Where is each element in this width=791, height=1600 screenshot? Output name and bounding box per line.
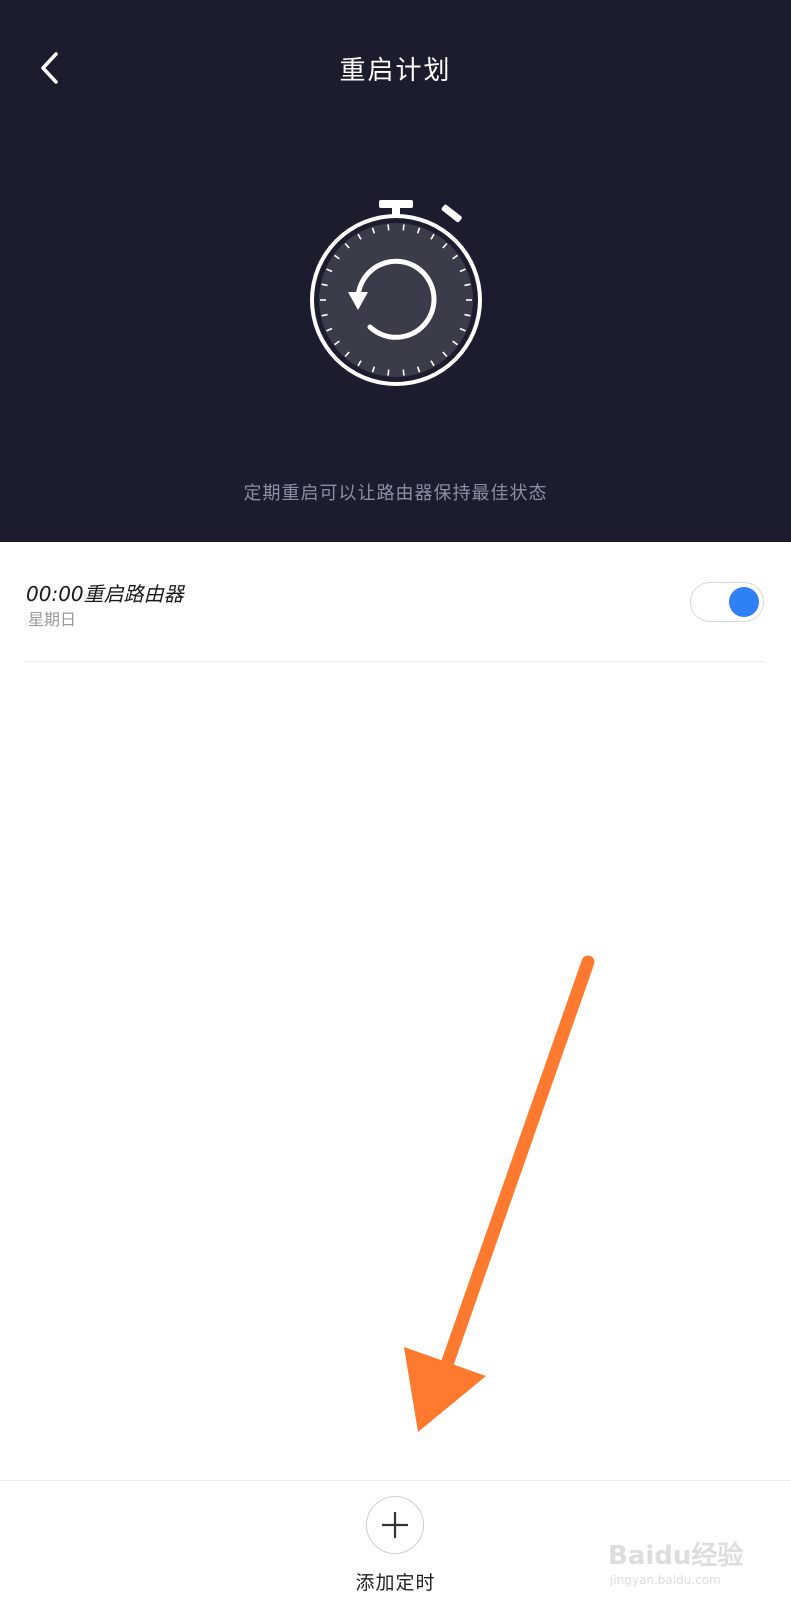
svg-text:Baidu经验: Baidu经验 bbox=[608, 1540, 743, 1571]
page-title: 重启计划 bbox=[339, 56, 452, 86]
schedule-item[interactable]: 00:00重启路由器 星期日 bbox=[0, 542, 791, 662]
page-subtitle: 定期重启可以让路由器保持最佳状态 bbox=[243, 483, 548, 504]
divider bbox=[24, 661, 764, 662]
schedule-toggle[interactable] bbox=[690, 582, 764, 622]
stopwatch-restart-icon bbox=[310, 200, 482, 386]
add-timer-label: 添加定时 bbox=[355, 1572, 436, 1594]
header: 重启计划 定期重启可以让路由器保持最佳状态 bbox=[0, 0, 791, 542]
stopwatch-tick bbox=[402, 224, 405, 231]
schedule-days: 星期日 bbox=[28, 610, 77, 629]
stopwatch-tick bbox=[387, 369, 390, 376]
toggle-knob bbox=[729, 587, 759, 617]
schedule-title: 00:00重启路由器 bbox=[26, 582, 184, 606]
plus-icon bbox=[382, 1512, 408, 1538]
add-timer-button[interactable] bbox=[366, 1496, 424, 1554]
stopwatch-tick bbox=[387, 224, 390, 231]
footer-divider bbox=[0, 1480, 791, 1481]
stopwatch-tick bbox=[402, 369, 405, 376]
